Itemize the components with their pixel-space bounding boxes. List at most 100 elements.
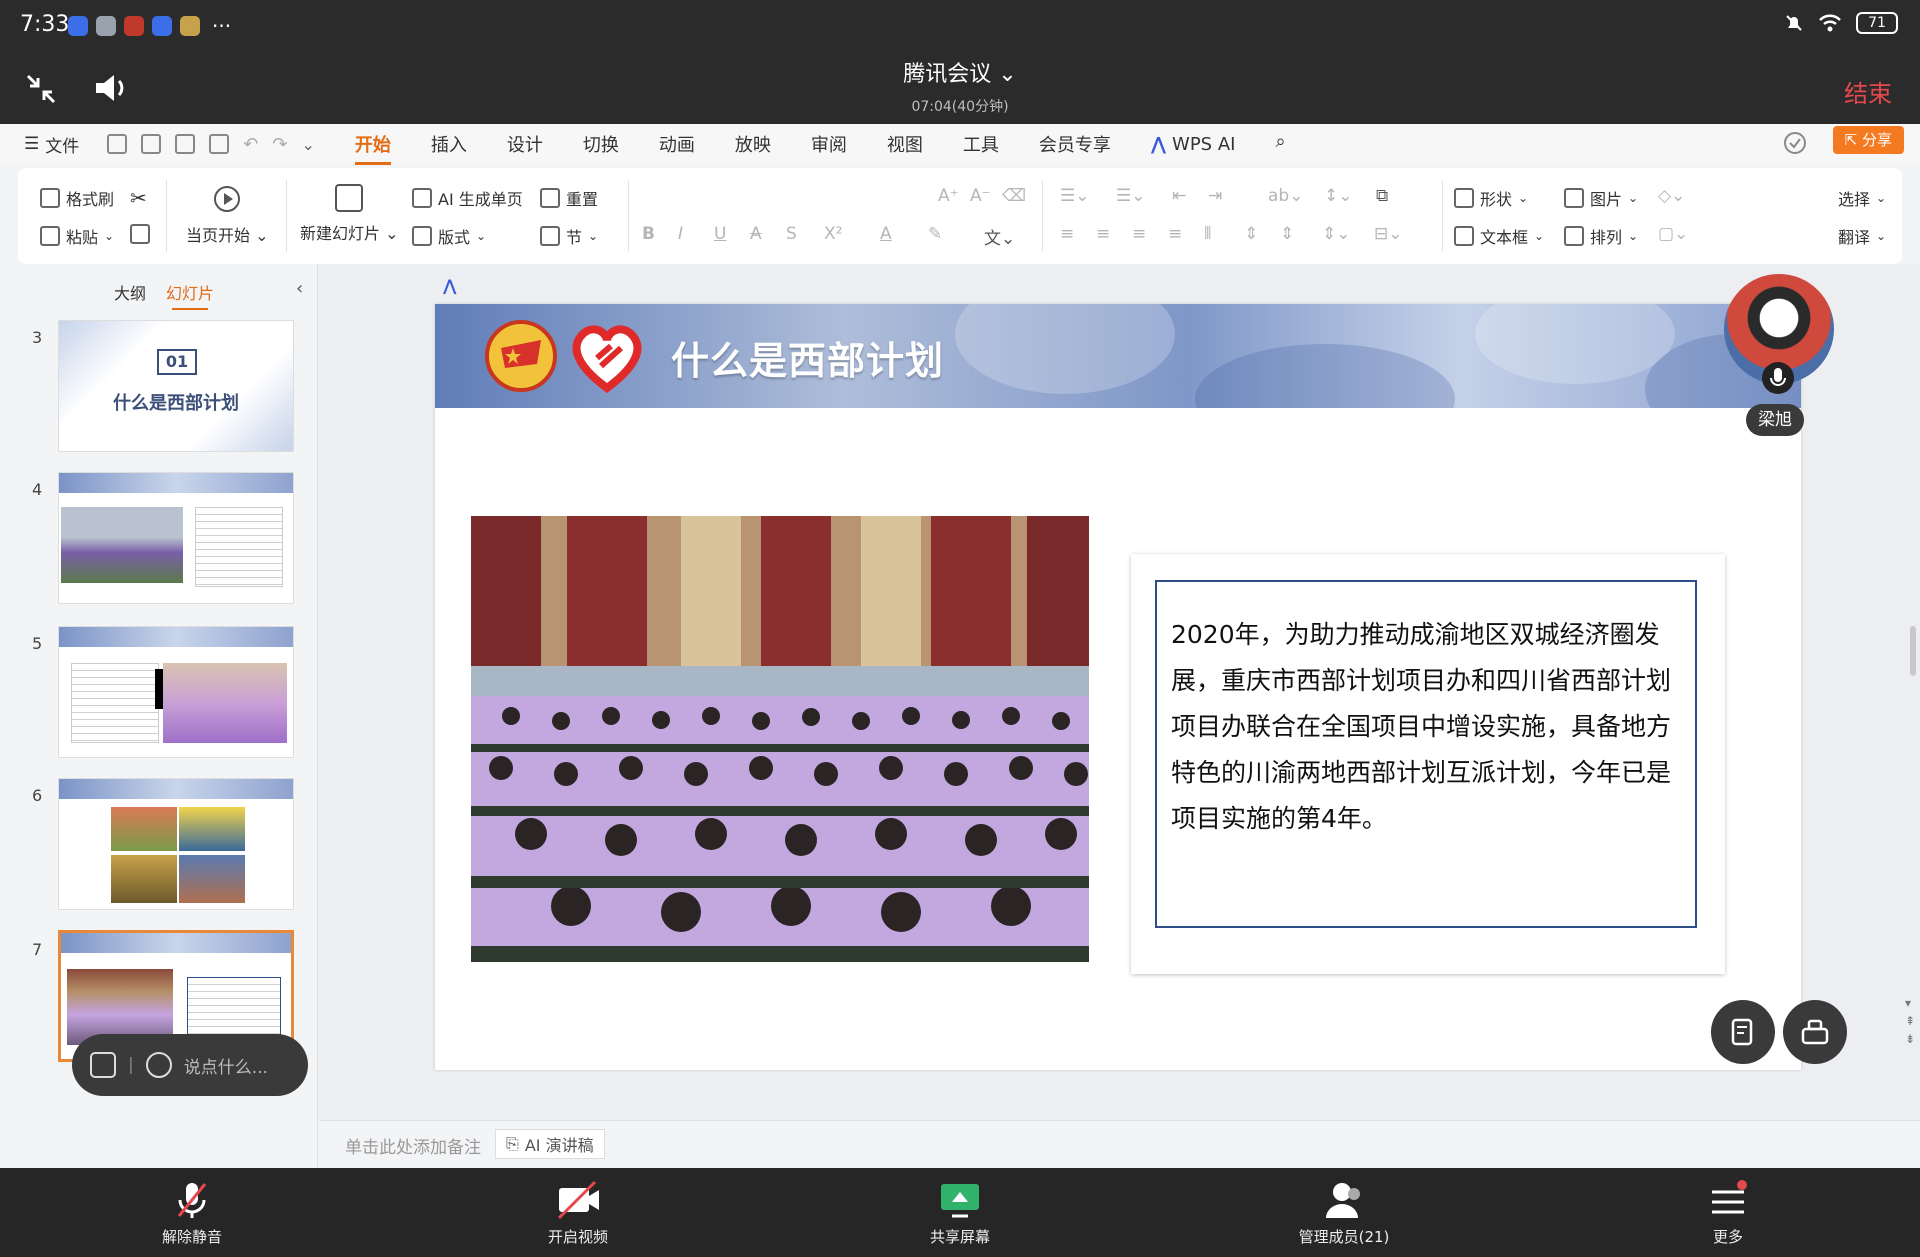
shadow-icon[interactable]: S <box>786 224 797 244</box>
picture-button[interactable]: 图片 ⌄ <box>1564 186 1638 210</box>
slide-thumbnail-panel: 大纲 幻灯片 ‹ 3 01 什么是西部计划 4 5 6 7 | 说点什么... <box>0 264 318 1168</box>
print-icon[interactable] <box>175 134 196 154</box>
translate-button[interactable]: 翻译 ⌄ <box>1838 224 1886 248</box>
notes-fab-button[interactable] <box>1711 1000 1775 1064</box>
export-icon[interactable] <box>141 134 162 154</box>
file-menu[interactable]: ☰ 文件 <box>24 132 79 157</box>
tab-tools[interactable]: 工具 <box>963 131 999 157</box>
share-screen-button[interactable]: 共享屏幕 <box>880 1180 1040 1247</box>
save-icon[interactable] <box>107 134 128 154</box>
column-icon[interactable]: ⇕⌄ <box>1322 224 1351 244</box>
tab-slideshow[interactable]: 放映 <box>735 131 771 157</box>
play-current-button[interactable]: 当页开始 ⌄ <box>186 184 269 246</box>
share-button[interactable]: ⇱ 分享 <box>1832 126 1904 154</box>
select-button[interactable]: 选择 ⌄ <box>1838 186 1886 210</box>
tab-insert[interactable]: 插入 <box>431 131 467 157</box>
outline-icon[interactable]: ▢⌄ <box>1658 224 1688 244</box>
slide-header-banner: 什么是西部计划 <box>435 304 1801 408</box>
distribute-icon[interactable]: ⦀ <box>1204 224 1211 244</box>
scroll-arrows-icon[interactable]: ▾ ⇞ ⇟ <box>1905 994 1915 1048</box>
italic-icon[interactable]: I <box>678 224 683 244</box>
superscript-icon[interactable]: X² <box>824 224 842 244</box>
tab-home[interactable]: 开始 <box>354 131 391 165</box>
chevron-down-icon: ⌄ <box>588 229 599 243</box>
tab-transition[interactable]: 切换 <box>583 131 619 157</box>
tab-review[interactable]: 审阅 <box>811 131 847 157</box>
notes-input[interactable]: 单击此处添加备注 <box>345 1133 481 1158</box>
redo-icon[interactable]: ↷ <box>272 134 287 155</box>
thumbnail-header <box>59 627 293 647</box>
paragraph-spacing-icon[interactable]: ⇕ <box>1280 224 1294 244</box>
tab-design[interactable]: 设计 <box>507 131 543 157</box>
phonetic-icon[interactable]: 文⌄ <box>984 224 1015 249</box>
strikethrough-icon[interactable]: A <box>750 224 762 244</box>
collapse-panel-icon[interactable]: ‹ <box>296 278 303 299</box>
tab-slides[interactable]: 幻灯片 <box>166 280 214 310</box>
ai-speech-button[interactable]: ⎘ AI 演讲稿 <box>495 1129 605 1159</box>
indent-icon[interactable]: ⇥ <box>1208 186 1222 206</box>
layout-icon <box>412 226 432 246</box>
tab-outline[interactable]: 大纲 <box>114 280 146 304</box>
fill-icon[interactable]: ◇⌄ <box>1658 186 1685 206</box>
status-app-icons: ··· <box>68 14 231 38</box>
cloud-sync-icon[interactable] <box>1782 130 1808 156</box>
wps-ai-icon[interactable]: ⋀ <box>443 276 456 295</box>
slide-body-textbox[interactable]: 2020年，为助力推动成渝地区双城经济圈发展，重庆市西部计划项目办和四川省西部计… <box>1155 580 1697 928</box>
unmute-button[interactable]: 解除静音 <box>112 1180 272 1247</box>
section-button[interactable]: 节 ⌄ <box>540 224 598 248</box>
font-shrink-icon[interactable]: A⁻ <box>970 186 991 206</box>
text-direction-icon[interactable]: ab⌄ <box>1268 186 1303 206</box>
tab-wps-ai[interactable]: ⋀ WPS AI <box>1151 131 1236 157</box>
align-left-icon[interactable]: ≡ <box>1060 224 1074 244</box>
paste-button[interactable]: 粘贴 ⌄ <box>40 224 114 248</box>
meeting-title[interactable]: 腾讯会议 ⌄ <box>0 56 1920 88</box>
tab-view[interactable]: 视图 <box>887 131 923 157</box>
slide-thumbnail-5[interactable] <box>58 626 294 758</box>
manage-members-button[interactable]: 管理成员(21) <box>1264 1180 1424 1247</box>
print-preview-icon[interactable] <box>209 134 230 154</box>
more-button[interactable]: 更多 <box>1648 1180 1808 1247</box>
start-video-button[interactable]: 开启视频 <box>498 1180 658 1247</box>
vertical-scrollbar[interactable] <box>1910 626 1916 676</box>
shape-button[interactable]: 形状 ⌄ <box>1454 186 1528 210</box>
chat-input-pill[interactable]: | 说点什么... <box>72 1034 308 1096</box>
scissors-icon: ✂ <box>130 186 147 210</box>
thumbnail-photo <box>179 855 245 903</box>
search-icon[interactable]: ⌕ <box>1275 131 1285 157</box>
layout-button[interactable]: 版式 ⌄ <box>412 224 486 248</box>
slide-thumbnail-4[interactable] <box>58 472 294 604</box>
copy-button[interactable] <box>130 224 150 244</box>
rotate-fab-button[interactable] <box>1783 1000 1847 1064</box>
font-color-icon[interactable]: A <box>880 224 892 244</box>
format-painter-button[interactable]: 格式刷 <box>40 186 114 210</box>
line-spacing-icon[interactable]: ⇕ <box>1244 224 1258 244</box>
bold-icon[interactable]: B <box>642 224 655 244</box>
highlight-icon[interactable]: ✎ <box>928 224 942 244</box>
align-center-icon[interactable]: ≡ <box>1096 224 1110 244</box>
reset-button[interactable]: 重置 <box>540 186 598 210</box>
slide-thumbnail-6[interactable] <box>58 778 294 910</box>
tab-animation[interactable]: 动画 <box>659 131 695 157</box>
eraser-icon[interactable]: ⌫ <box>1002 186 1026 206</box>
ai-generate-slide-button[interactable]: AI 生成单页 <box>412 186 523 210</box>
undo-icon[interactable]: ↶ <box>243 134 258 155</box>
arrange-button[interactable]: 排列 ⌄ <box>1564 224 1638 248</box>
text-align-icon[interactable]: ⊟⌄ <box>1374 224 1403 244</box>
tab-member[interactable]: 会员专享 <box>1039 131 1111 157</box>
outdent-icon[interactable]: ⇤ <box>1172 186 1186 206</box>
slide-thumbnail-3[interactable]: 01 什么是西部计划 <box>58 320 294 452</box>
chevron-down-icon[interactable]: ⌄ <box>301 135 314 154</box>
underline-icon[interactable]: U <box>714 224 726 244</box>
current-slide[interactable]: 什么是西部计划 2020年，为助力推动成渝地区双城经济圈发展，重庆市西部计划项目… <box>435 304 1801 1070</box>
font-grow-icon[interactable]: A⁺ <box>938 186 959 206</box>
cut-button[interactable]: ✂ <box>130 186 147 210</box>
end-meeting-button[interactable]: 结束 <box>1844 74 1892 109</box>
new-slide-button[interactable]: 新建幻灯片 ⌄ <box>300 184 399 244</box>
bullet-list-icon[interactable]: ☰⌄ <box>1060 186 1089 206</box>
numbered-list-icon[interactable]: ☰⌄ <box>1116 186 1145 206</box>
textbox-button[interactable]: 文本框 ⌄ <box>1454 224 1544 248</box>
sort-icon[interactable]: ↕⌄ <box>1324 186 1353 206</box>
justify-icon[interactable]: ≡ <box>1168 224 1182 244</box>
convert-icon[interactable]: ⧉ <box>1376 186 1388 206</box>
align-right-icon[interactable]: ≡ <box>1132 224 1146 244</box>
